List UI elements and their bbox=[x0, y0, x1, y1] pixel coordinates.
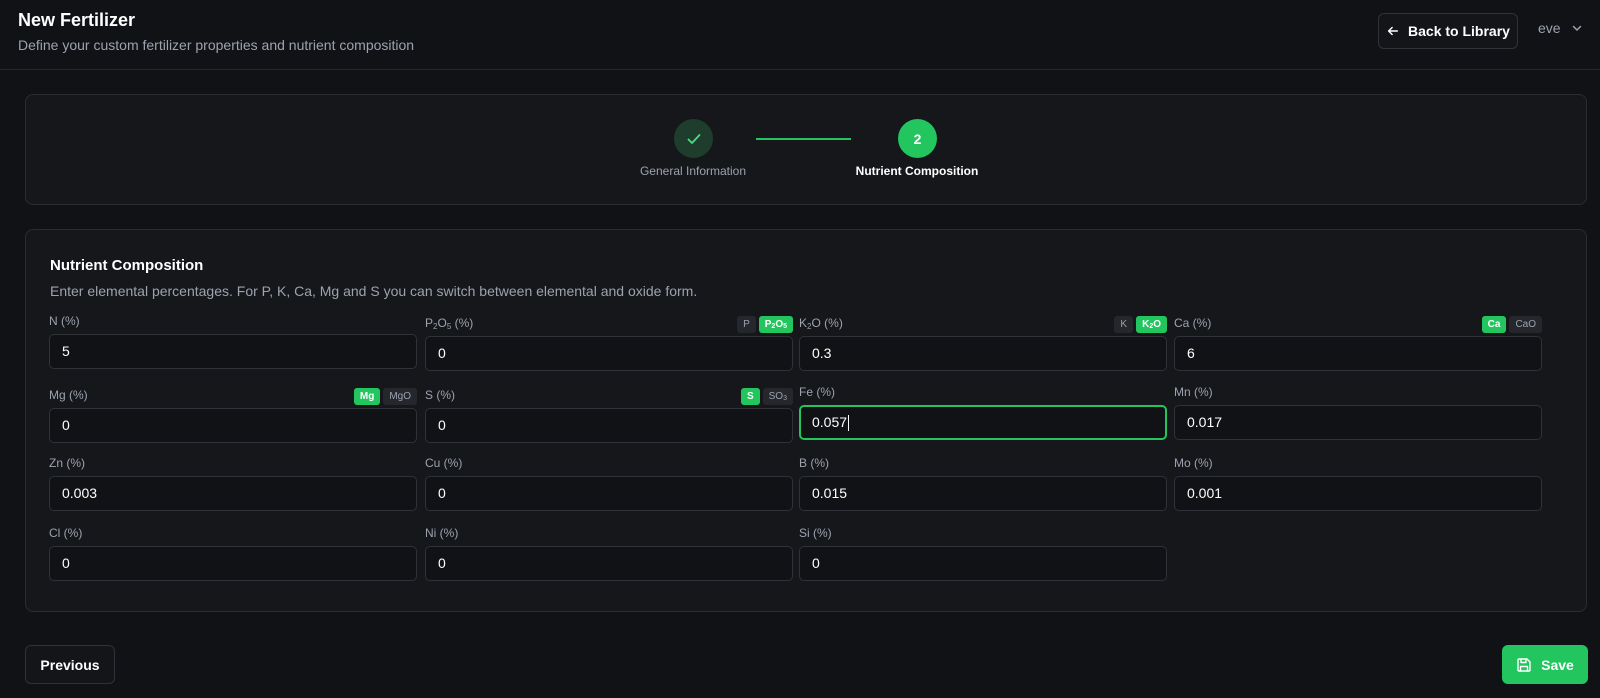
chevron-down-icon bbox=[1572, 25, 1581, 31]
k-elemental-toggle[interactable]: K bbox=[1114, 316, 1134, 333]
mg-input[interactable]: 0 bbox=[49, 408, 417, 443]
k-form-toggle: K K2O bbox=[1114, 316, 1167, 333]
field-ca: Ca (%) Ca CaO 6 bbox=[1174, 316, 1542, 376]
mg-oxide-toggle[interactable]: MgO bbox=[383, 388, 417, 405]
back-to-library-button[interactable]: Back to Library bbox=[1378, 13, 1518, 49]
p-oxide-toggle[interactable]: P2O5 bbox=[758, 316, 793, 333]
p-input[interactable]: 0 bbox=[425, 336, 793, 371]
ni-input[interactable]: 0 bbox=[425, 546, 793, 581]
user-name: eve bbox=[1538, 20, 1561, 36]
field-mo: Mo (%) 0.001 bbox=[1174, 456, 1542, 516]
step-nutrient-composition-label: Nutrient Composition bbox=[855, 164, 979, 178]
field-k: K2O (%) K K2O 0.3 bbox=[799, 316, 1167, 376]
section-description: Enter elemental percentages. For P, K, C… bbox=[50, 283, 698, 299]
check-icon bbox=[687, 133, 700, 144]
field-mg: Mg (%) Mg MgO 0 bbox=[49, 388, 417, 448]
field-cu: Cu (%) 0 bbox=[425, 456, 793, 516]
field-p-label: P2O5 (%) bbox=[425, 316, 474, 331]
field-cl: Cl (%) 0 bbox=[49, 526, 417, 586]
n-input[interactable]: 5 bbox=[49, 334, 417, 369]
b-input[interactable]: 0.015 bbox=[799, 476, 1167, 511]
si-input[interactable]: 0 bbox=[799, 546, 1167, 581]
mg-form-toggle: Mg MgO bbox=[353, 388, 417, 405]
field-ca-label: Ca (%) bbox=[1174, 316, 1212, 330]
k-input[interactable]: 0.3 bbox=[799, 336, 1167, 371]
s-form-toggle: S SO3 bbox=[740, 388, 793, 405]
fe-input-value: 0.057 bbox=[812, 414, 848, 430]
field-p: P2O5 (%) P P2O5 0 bbox=[425, 316, 793, 376]
cl-input[interactable]: 0 bbox=[49, 546, 417, 581]
field-si-label: Si (%) bbox=[799, 526, 832, 540]
field-mn: Mn (%) 0.017 bbox=[1174, 385, 1542, 445]
field-fe: Fe (%) 0.057 bbox=[799, 385, 1167, 445]
page-header: New Fertilizer Define your custom fertil… bbox=[0, 0, 1600, 70]
s-oxide-toggle[interactable]: SO3 bbox=[762, 388, 793, 405]
fe-input[interactable]: 0.057 bbox=[799, 405, 1167, 440]
step-general-information-label[interactable]: General Information bbox=[640, 164, 746, 178]
field-n: N (%) 5 bbox=[49, 314, 417, 374]
mn-input[interactable]: 0.017 bbox=[1174, 405, 1542, 440]
ca-form-toggle: Ca CaO bbox=[1481, 316, 1542, 333]
nutrient-composition-card: Nutrient Composition Enter elemental per… bbox=[25, 229, 1587, 612]
s-elemental-toggle[interactable]: S bbox=[740, 388, 760, 405]
s-input[interactable]: 0 bbox=[425, 408, 793, 443]
back-to-library-label: Back to Library bbox=[1408, 23, 1510, 39]
field-s: S (%) S SO3 0 bbox=[425, 388, 793, 448]
ca-oxide-toggle[interactable]: CaO bbox=[1509, 316, 1542, 333]
field-ni-label: Ni (%) bbox=[425, 526, 459, 540]
p-form-toggle: P P2O5 bbox=[737, 316, 793, 333]
field-fe-label: Fe (%) bbox=[799, 385, 835, 399]
field-mo-label: Mo (%) bbox=[1174, 456, 1213, 470]
ca-input[interactable]: 6 bbox=[1174, 336, 1542, 371]
section-title: Nutrient Composition bbox=[50, 257, 204, 274]
field-si: Si (%) 0 bbox=[799, 526, 1167, 586]
page-subtitle: Define your custom fertilizer properties… bbox=[18, 37, 415, 53]
step-connector bbox=[756, 138, 851, 140]
zn-input[interactable]: 0.003 bbox=[49, 476, 417, 511]
step-nutrient-composition-circle: 2 bbox=[898, 119, 937, 158]
field-cl-label: Cl (%) bbox=[49, 526, 83, 540]
arrow-left-icon bbox=[1387, 26, 1399, 36]
user-menu[interactable]: eve bbox=[1538, 20, 1583, 36]
save-label: Save bbox=[1541, 656, 1574, 673]
text-caret bbox=[848, 415, 850, 432]
field-cu-label: Cu (%) bbox=[425, 456, 463, 470]
field-ni: Ni (%) 0 bbox=[425, 526, 793, 586]
ca-elemental-toggle[interactable]: Ca bbox=[1481, 316, 1507, 333]
mo-input[interactable]: 0.001 bbox=[1174, 476, 1542, 511]
previous-button[interactable]: Previous bbox=[25, 645, 115, 684]
stepper-card: 2 General Information Nutrient Compositi… bbox=[25, 94, 1587, 205]
field-b: B (%) 0.015 bbox=[799, 456, 1167, 516]
field-n-label: N (%) bbox=[49, 314, 80, 328]
p-elemental-toggle[interactable]: P bbox=[737, 316, 756, 333]
field-zn-label: Zn (%) bbox=[49, 456, 85, 470]
field-mg-label: Mg (%) bbox=[49, 388, 88, 402]
k-oxide-toggle[interactable]: K2O bbox=[1136, 316, 1167, 333]
field-b-label: B (%) bbox=[799, 456, 829, 470]
field-mn-label: Mn (%) bbox=[1174, 385, 1213, 399]
cu-input[interactable]: 0 bbox=[425, 476, 793, 511]
save-button[interactable]: Save bbox=[1502, 645, 1588, 684]
field-k-label: K2O (%) bbox=[799, 316, 843, 331]
mg-elemental-toggle[interactable]: Mg bbox=[353, 388, 381, 405]
field-zn: Zn (%) 0.003 bbox=[49, 456, 417, 516]
field-s-label: S (%) bbox=[425, 388, 455, 402]
save-icon bbox=[1517, 657, 1531, 672]
page-title: New Fertilizer bbox=[18, 10, 136, 30]
step-general-information-circle[interactable] bbox=[674, 119, 713, 158]
